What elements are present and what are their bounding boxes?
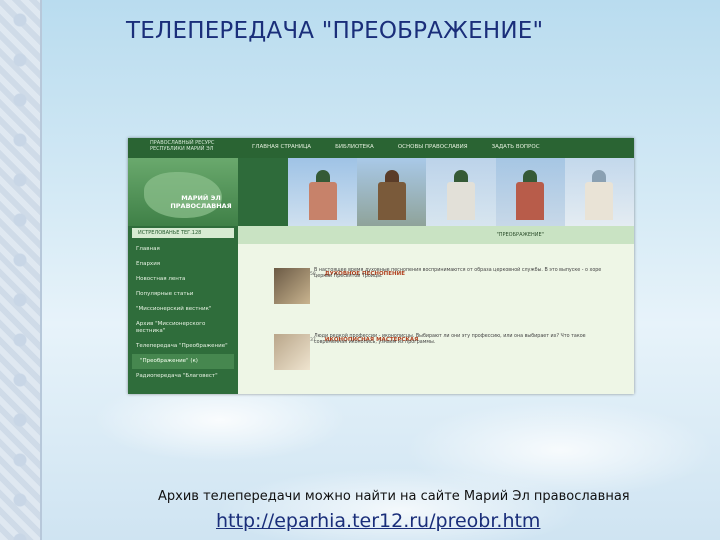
nav-home[interactable]: ГЛАВНАЯ СТРАНИЦА	[252, 144, 311, 150]
church-photo	[564, 158, 634, 226]
nav-ask[interactable]: ЗАДАТЬ ВОПРОС	[492, 144, 540, 150]
site-content: 08.11.14 10:29:58 ДУХОВНОЕ ПЕСНОПЕНИЕ В …	[238, 244, 634, 394]
post-text: В настоящее время духовные песнопения во…	[314, 268, 602, 279]
sidebar-item-radio[interactable]: Радиопередача "Благовест"	[128, 369, 238, 384]
sidebar-item-preobrazhenie[interactable]: "Преображение" (к)	[132, 354, 234, 369]
post-thumbnail[interactable]	[274, 334, 310, 370]
site-org-text: ПРАВОСЛАВНЫЙ РЕСУРС РЕСПУБЛИКИ МАРИЙ ЭЛ	[150, 140, 215, 152]
sidebar-header: ИСТРЕЛОВАНЬЕ ТЕГ.128	[132, 228, 234, 238]
post-thumbnail[interactable]	[274, 268, 310, 304]
sidebar-item-herald[interactable]: "Миссионерский вестник"	[128, 302, 238, 317]
site-nav: ГЛАВНАЯ СТРАНИЦА БИБЛИОТЕКА ОСНОВЫ ПРАВО…	[252, 144, 634, 150]
church-photo	[426, 158, 496, 226]
post-item: 08.11.14 10:29:58 ДУХОВНОЕ ПЕСНОПЕНИЕ В …	[274, 260, 614, 304]
post-item: 08.11.14 10:07:37 ИКОНОПИСНАЯ МАСТЕРСКАЯ…	[274, 326, 614, 370]
section-label: "ПРЕОБРАЖЕНИЕ"	[496, 232, 544, 238]
website-screenshot: ПРАВОСЛАВНЫЙ РЕСУРС РЕСПУБЛИКИ МАРИЙ ЭЛ …	[128, 138, 634, 394]
site-sidebar: ИСТРЕЛОВАНЬЕ ТЕГ.128 Главная Епархия Нов…	[128, 226, 238, 394]
archive-link[interactable]: http://eparhia.ter12.ru/preobr.htm	[216, 510, 540, 532]
slide-caption: Архив телепередачи можно найти на сайте …	[158, 489, 630, 504]
post-text: Люди редкой профессии - иконописцы. Выби…	[314, 334, 586, 345]
sidebar-item-eparchy[interactable]: Епархия	[128, 257, 238, 272]
info-strip: "ПРЕОБРАЖЕНИЕ"	[238, 226, 634, 244]
logo-text: МАРИЙ ЭЛ ПРАВОСЛАВНАЯ	[170, 194, 232, 210]
nav-library[interactable]: БИБЛИОТЕКА	[335, 144, 374, 150]
site-logo[interactable]: МАРИЙ ЭЛ ПРАВОСЛАВНАЯ	[128, 158, 238, 226]
church-photo	[357, 158, 427, 226]
church-photo-strip	[288, 158, 634, 226]
sidebar-item-tv[interactable]: Телепередача "Преображение"	[128, 339, 238, 354]
sidebar-item-articles[interactable]: Популярные статьи	[128, 287, 238, 302]
slide-title: ТЕЛЕПЕРЕДАЧА "ПРЕОБРАЖЕНИЕ"	[126, 18, 544, 44]
church-photo	[495, 158, 565, 226]
sidebar-item-herald-archive[interactable]: Архив "Миссионерского вестника"	[128, 317, 238, 339]
site-header: ПРАВОСЛАВНЫЙ РЕСУРС РЕСПУБЛИКИ МАРИЙ ЭЛ …	[128, 138, 634, 158]
decorative-ornament-border	[0, 0, 42, 540]
nav-orthodoxy[interactable]: ОСНОВЫ ПРАВОСЛАВИЯ	[398, 144, 468, 150]
sidebar-item-news[interactable]: Новостная лента	[128, 272, 238, 287]
sidebar-item-home[interactable]: Главная	[128, 242, 238, 257]
church-photo	[288, 158, 358, 226]
